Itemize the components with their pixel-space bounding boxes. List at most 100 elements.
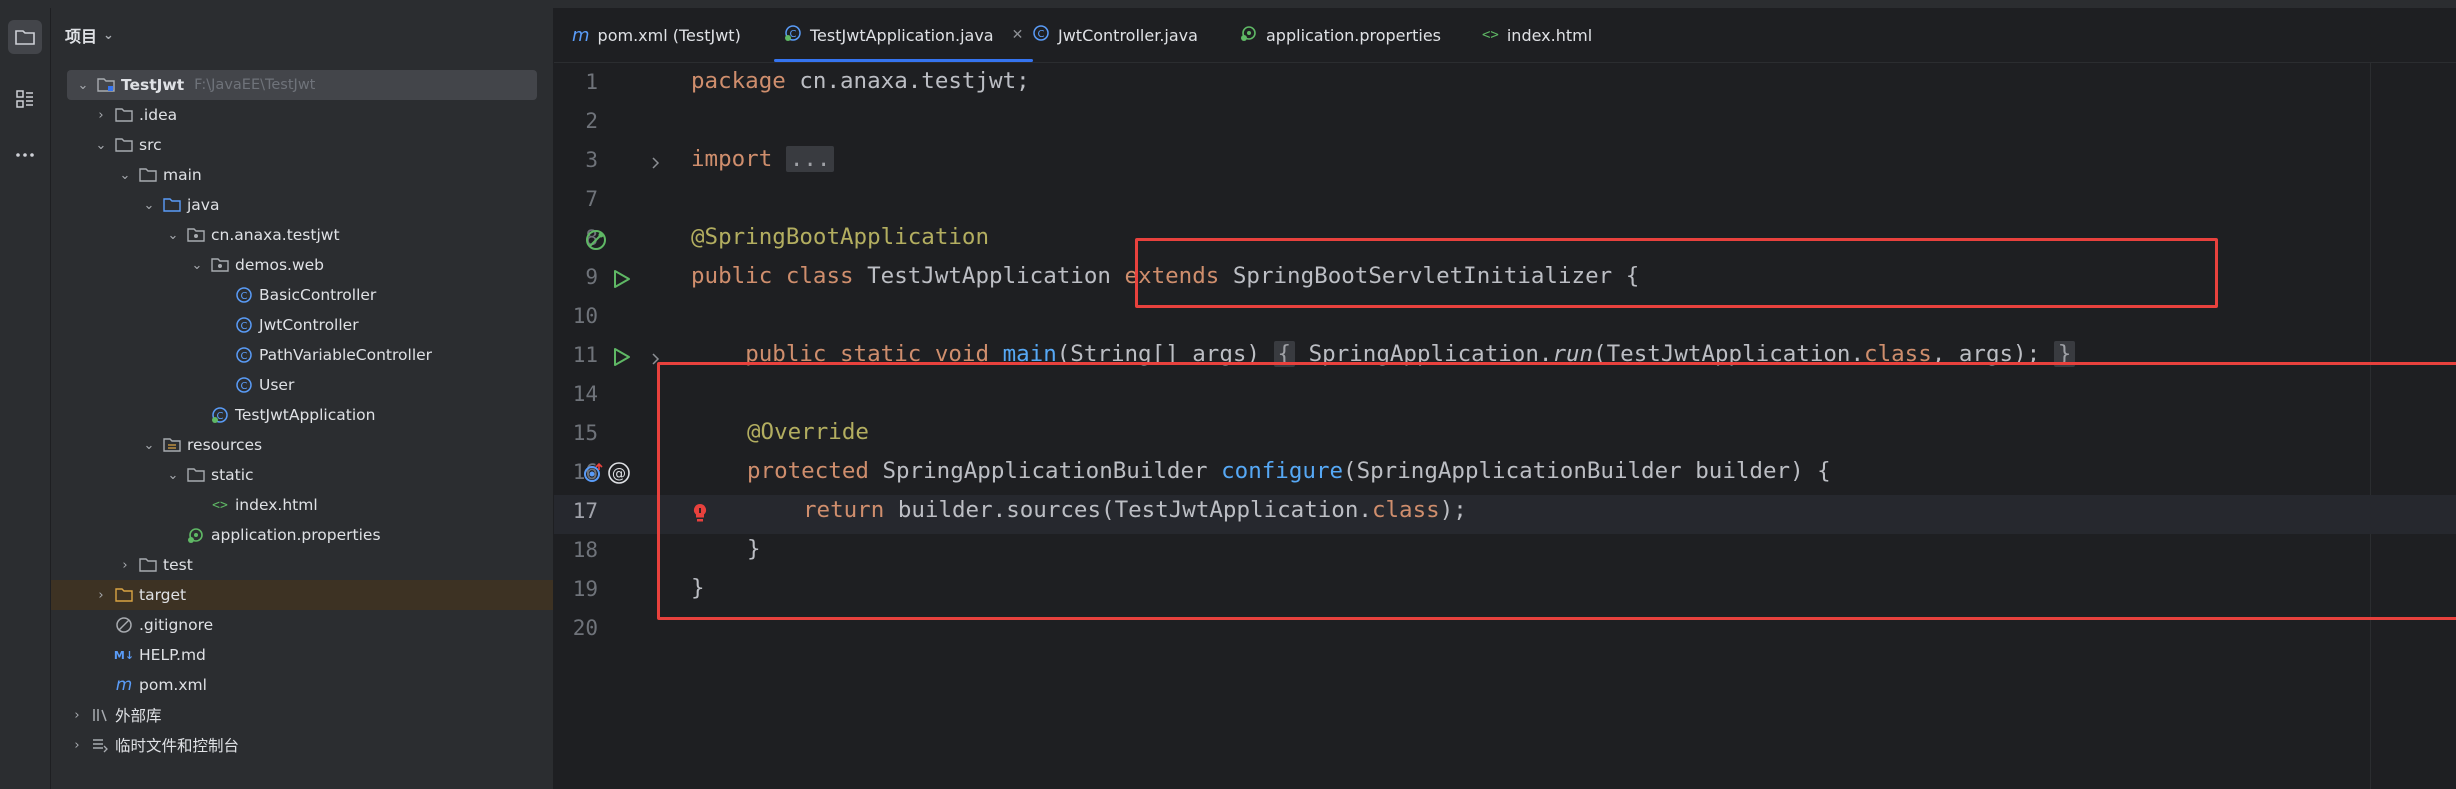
more-tools-icon[interactable] [8, 138, 42, 172]
tree-item-label: java [187, 196, 220, 214]
resources-folder-icon [163, 436, 181, 454]
svg-text:C: C [241, 321, 248, 332]
code-line-8[interactable]: @SpringBootApplication [691, 224, 989, 250]
chevron-down-icon[interactable]: ⌄ [189, 257, 205, 273]
tree-item-jwt-controller[interactable]: C JwtController [51, 310, 553, 340]
line-number: 15 [572, 421, 598, 445]
line-number: 10 [572, 304, 598, 328]
tab-label: pom.xml (TestJwt) [597, 25, 741, 45]
folded-imports[interactable]: ... [785, 146, 835, 172]
editor-tabs: m pom.xml (TestJwt) C TestJwtApplication… [554, 8, 2456, 63]
folder-icon [115, 136, 133, 154]
tab-label: application.properties [1266, 25, 1441, 45]
class-icon: C [1032, 24, 1050, 46]
tree-item-label: PathVariableController [259, 346, 433, 364]
chevron-down-icon[interactable]: ⌄ [93, 137, 109, 153]
request-mapping-icon[interactable]: @ [606, 460, 632, 486]
project-folder-icon[interactable] [8, 20, 42, 54]
project-panel: 项目 ⌄ ⌄ TestJwt F:\JavaEE\TestJwt › .idea… [51, 8, 554, 789]
line-number: 9 [585, 265, 598, 289]
highlight-box-extends [1135, 238, 2218, 308]
html-icon: <> [212, 497, 228, 513]
highlight-box-configure [657, 362, 2456, 620]
spring-bean-icon[interactable] [582, 226, 610, 254]
override-method-icon[interactable] [580, 460, 606, 486]
tree-item-basic-controller[interactable]: C BasicController [51, 280, 553, 310]
spring-class-icon: C [211, 406, 229, 424]
tree-item-src[interactable]: ⌄ src [51, 130, 553, 160]
chevron-down-icon[interactable]: ⌄ [141, 197, 157, 213]
tree-item-testjwt-application[interactable]: C TestJwtApplication [51, 400, 553, 430]
tree-item-testjwt[interactable]: ⌄ TestJwt F:\JavaEE\TestJwt [67, 70, 537, 100]
tree-item-pom-xml[interactable]: m pom.xml [51, 670, 553, 700]
tree-item-idea[interactable]: › .idea [51, 100, 553, 130]
line-number: 18 [572, 538, 598, 562]
line-number: 19 [572, 577, 598, 601]
tab-application-properties[interactable]: application.properties [1240, 8, 1441, 62]
scratches-icon [91, 736, 109, 754]
tree-item-test[interactable]: › test [51, 550, 553, 580]
tree-item-resources[interactable]: ⌄ resources [51, 430, 553, 460]
chevron-right-icon[interactable]: › [93, 107, 109, 123]
chevron-down-icon[interactable]: ⌄ [165, 227, 181, 243]
structure-icon[interactable] [8, 82, 42, 116]
tree-item-label: cn.anaxa.testjwt [211, 226, 340, 244]
chevron-right-icon[interactable]: › [117, 557, 133, 573]
spring-properties-icon [187, 526, 205, 544]
tree-item-label: HELP.md [139, 646, 206, 664]
run-icon[interactable] [607, 343, 635, 371]
library-icon [91, 706, 109, 724]
line-number: 20 [572, 616, 598, 640]
line-number: 14 [572, 382, 598, 406]
tree-item-main[interactable]: ⌄ main [51, 160, 553, 190]
tree-item-gitignore[interactable]: .gitignore [51, 610, 553, 640]
tree-item-target[interactable]: › target [51, 580, 553, 610]
line-number: 2 [585, 109, 598, 133]
tab-testjwt-application[interactable]: C TestJwtApplication.java ✕ [773, 8, 1034, 62]
ignore-file-icon [115, 616, 133, 634]
chevron-right-icon[interactable]: › [93, 587, 109, 603]
tree-item-java[interactable]: ⌄ java [51, 190, 553, 220]
tree-item-help-md[interactable]: M↓ HELP.md [51, 640, 553, 670]
code-line-1[interactable]: package cn.anaxa.testjwt; [691, 68, 1030, 94]
tool-window-bar [0, 8, 51, 789]
fold-expand-icon[interactable] [644, 151, 668, 175]
chevron-right-icon[interactable]: › [69, 707, 85, 723]
tree-item-user[interactable]: C User [51, 370, 553, 400]
tree-item-label: src [139, 136, 162, 154]
tree-item-label: test [163, 556, 193, 574]
tree-item-index-html[interactable]: <> index.html [51, 490, 553, 520]
chevron-down-icon[interactable]: ⌄ [141, 437, 157, 453]
tree-item-scratches[interactable]: › 临时文件和控制台 [51, 730, 553, 760]
html-icon: <> [1482, 27, 1499, 43]
tab-label: JwtController.java [1058, 25, 1198, 45]
tree-item-path-variable-controller[interactable]: C PathVariableController [51, 340, 553, 370]
project-panel-header[interactable]: 项目 ⌄ [65, 24, 114, 46]
line-number: 7 [585, 187, 598, 211]
run-icon[interactable] [607, 265, 635, 293]
package-icon [211, 256, 229, 274]
tree-item-static[interactable]: ⌄ static [51, 460, 553, 490]
tree-item-application-properties[interactable]: application.properties [51, 520, 553, 550]
tree-item-label: target [139, 586, 187, 604]
tab-label: index.html [1506, 25, 1593, 45]
tree-item-label: User [259, 376, 295, 394]
code-token: @SpringBootApplication [691, 224, 990, 250]
tree-item-label: BasicController [259, 286, 377, 304]
tree-item-package-root[interactable]: ⌄ cn.anaxa.testjwt [51, 220, 553, 250]
chevron-down-icon[interactable]: ⌄ [117, 167, 133, 183]
tree-item-external-libraries[interactable]: › 外部库 [51, 700, 553, 730]
chevron-down-icon[interactable]: ⌄ [165, 467, 181, 483]
tab-jwt-controller[interactable]: C JwtController.java [1032, 8, 1198, 62]
tree-item-demos-web[interactable]: ⌄ demos.web [51, 250, 553, 280]
chevron-down-icon[interactable]: ⌄ [75, 77, 91, 93]
module-folder-icon [97, 76, 115, 94]
close-icon[interactable]: ✕ [1012, 27, 1024, 43]
tab-pom-xml[interactable]: m pom.xml (TestJwt) [572, 8, 741, 62]
code-line-3[interactable]: import ... [691, 146, 835, 172]
project-panel-title: 项目 [65, 27, 98, 46]
folder-icon [139, 556, 157, 574]
maven-icon: m [115, 675, 133, 695]
tab-index-html[interactable]: <> index.html [1482, 8, 1592, 62]
chevron-right-icon[interactable]: › [69, 737, 85, 753]
